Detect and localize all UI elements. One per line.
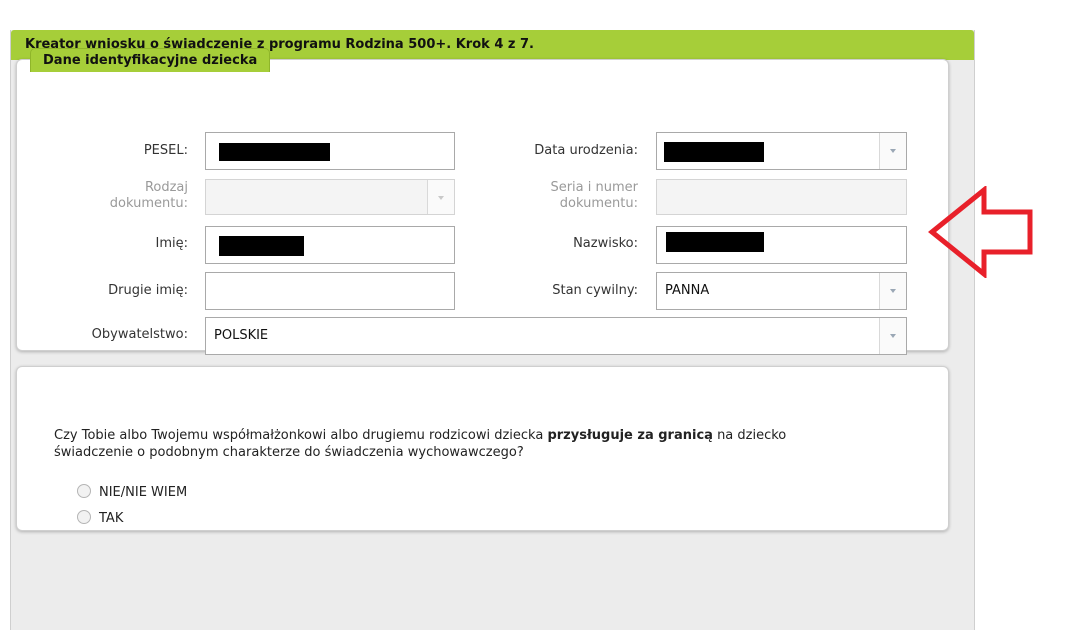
document-type-label: Rodzaj dokumentu: xyxy=(109,180,188,211)
radio-button[interactable] xyxy=(77,510,91,524)
birth-date-select[interactable] xyxy=(656,132,907,170)
document-type-select xyxy=(205,179,455,215)
document-type-dropdown-button xyxy=(427,180,454,214)
pesel-label: PESEL: xyxy=(143,143,188,158)
radio-option-nie-nie-wiem[interactable]: NIE/NIE WIEM xyxy=(77,484,187,502)
child-section-title: Dane identyfikacyjne dziecka xyxy=(30,48,271,72)
redacted-value xyxy=(664,142,764,162)
marital-status-select[interactable]: PANNA xyxy=(656,272,907,310)
marital-status-label: Stan cywilny: xyxy=(552,283,638,298)
second-name-input[interactable] xyxy=(205,272,455,310)
redacted-value xyxy=(666,232,764,252)
redacted-value xyxy=(219,143,330,161)
last-name-label: Nazwisko: xyxy=(573,236,638,251)
foreign-benefit-question: Czy Tobie albo Twojemu współmałżonkowi a… xyxy=(54,428,787,460)
citizenship-value: POLSKIE xyxy=(214,328,269,343)
chevron-down-icon xyxy=(890,334,896,338)
marital-status-dropdown-button[interactable] xyxy=(879,273,906,309)
chevron-down-icon xyxy=(890,149,896,153)
birth-date-label: Data urodzenia: xyxy=(534,143,638,158)
last-name-input[interactable] xyxy=(656,226,907,264)
marital-status-value: PANNA xyxy=(665,283,710,298)
second-name-label: Drugie imię: xyxy=(108,283,188,298)
redacted-value xyxy=(219,236,304,256)
citizenship-dropdown-button[interactable] xyxy=(879,318,906,354)
citizenship-label: Obywatelstwo: xyxy=(91,327,188,342)
citizenship-select[interactable]: POLSKIE xyxy=(205,317,907,355)
birth-date-dropdown-button[interactable] xyxy=(879,133,906,169)
first-name-label: Imię: xyxy=(155,236,189,251)
chevron-down-icon xyxy=(890,289,896,293)
radio-button[interactable] xyxy=(77,484,91,498)
first-name-input[interactable] xyxy=(205,226,455,264)
pesel-input[interactable] xyxy=(205,132,455,170)
document-number-input xyxy=(656,179,907,215)
radio-option-tak[interactable]: TAK xyxy=(77,510,123,528)
document-number-label: Seria i numer dokumentu: xyxy=(550,180,638,211)
chevron-down-icon xyxy=(438,196,444,200)
red-arrow-icon xyxy=(928,186,1033,278)
